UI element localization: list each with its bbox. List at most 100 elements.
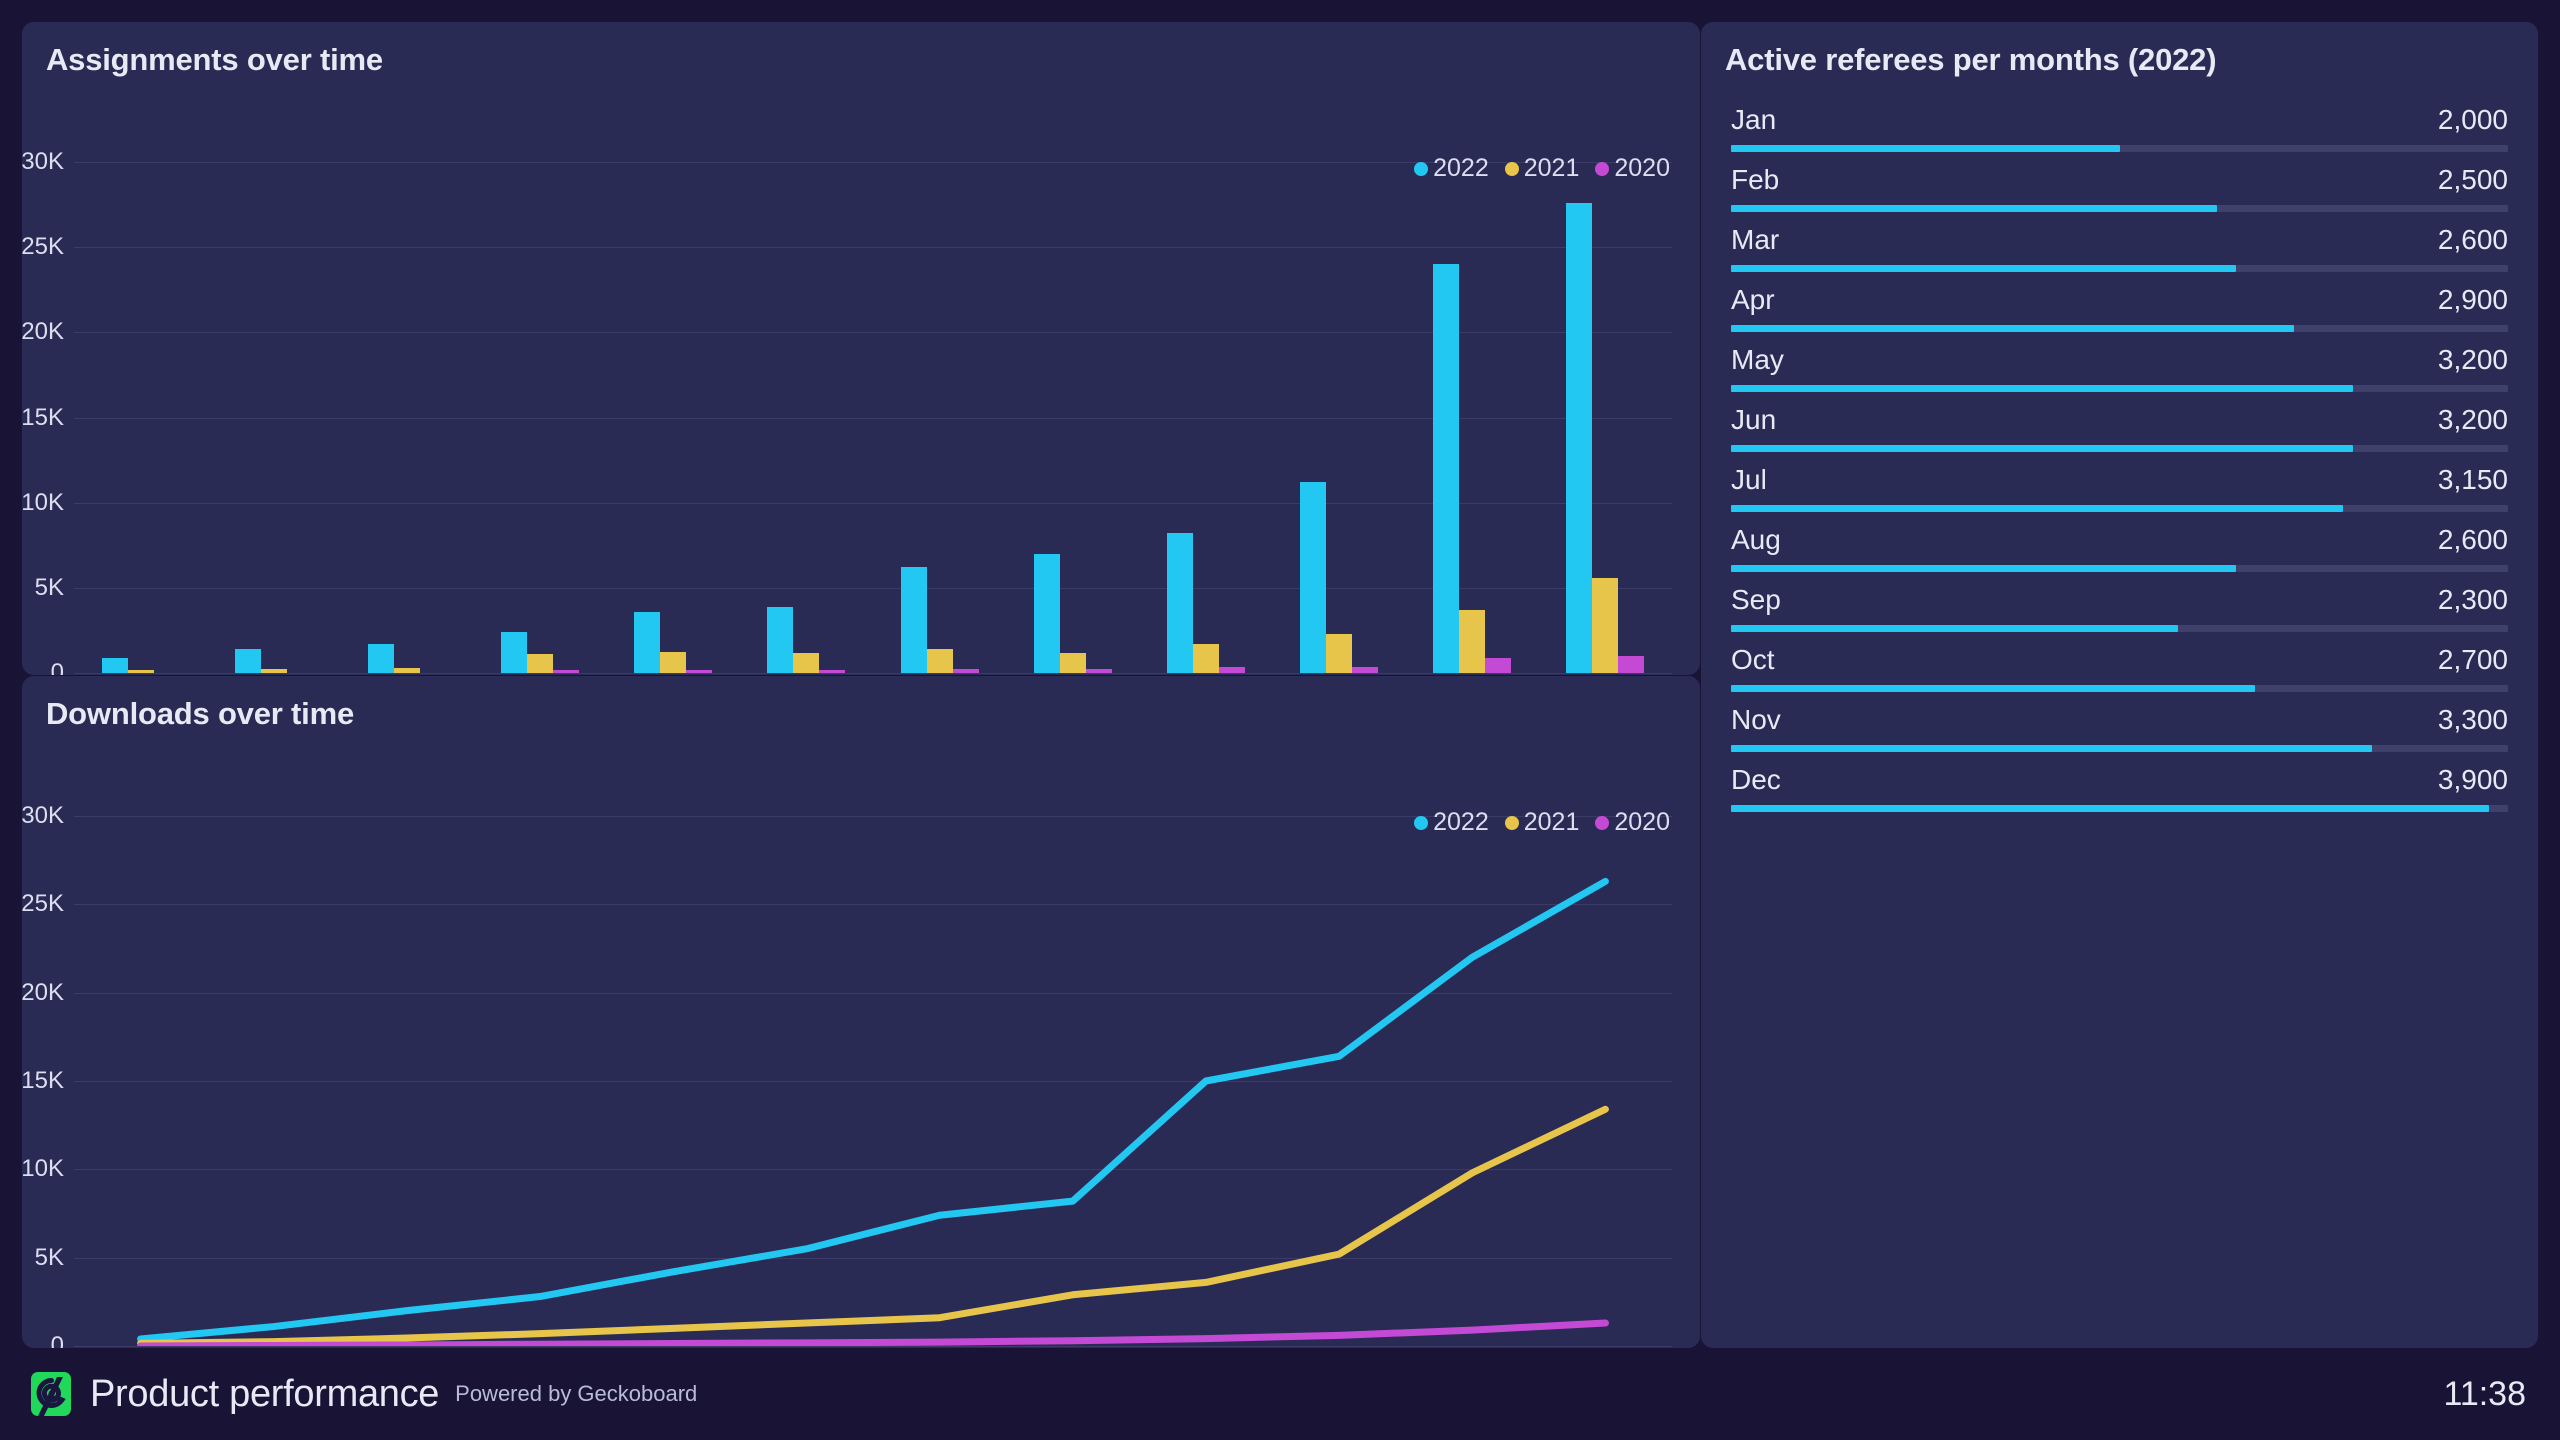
- y-tick-label: 0: [50, 659, 64, 675]
- referee-row-head: Oct 2,700: [1731, 644, 2508, 676]
- referee-bar-fill[interactable]: [1731, 505, 2343, 512]
- bar-2022-Sep[interactable]: [1166, 533, 1193, 673]
- legend-label: 2021: [1523, 154, 1580, 182]
- bar-2021-Aug[interactable]: [1059, 652, 1086, 673]
- bar-2021-Dec[interactable]: [1592, 577, 1619, 673]
- legend-item-2021[interactable]: 2021: [1504, 154, 1580, 183]
- referee-bar-fill[interactable]: [1731, 565, 2237, 572]
- referee-month-label: Oct: [1731, 644, 1775, 675]
- assignments-bar-groups: [74, 162, 1672, 673]
- bar-group-Jan: [74, 162, 207, 673]
- assignments-legend: 2022 2021 2020: [1414, 154, 1670, 183]
- footer-title: Product performance: [90, 1372, 440, 1415]
- bar-2020-Apr[interactable]: [553, 669, 580, 673]
- y-tick-label: 30K: [22, 148, 64, 175]
- bar-group-Jul: [873, 162, 1006, 673]
- referee-bar-track: [1731, 445, 2508, 452]
- legend-dot-icon: [1595, 161, 1610, 176]
- bar-2021-Feb[interactable]: [260, 668, 287, 673]
- bar-2020-Jun[interactable]: [819, 669, 846, 673]
- y-tick-label: 30K: [22, 802, 64, 829]
- referee-bar-fill[interactable]: [1731, 265, 2237, 272]
- bar-2021-Mar[interactable]: [393, 667, 420, 673]
- referee-value-label: 3,150: [2437, 464, 2508, 495]
- y-tick-label: 15K: [22, 1067, 64, 1094]
- footer: Product performance Powered by Geckoboar…: [22, 1348, 2538, 1440]
- referee-bar-track: [1731, 145, 2508, 152]
- assignments-y-axis: 0 5K 10K 15K 20K 25K 30K: [22, 148, 74, 675]
- referee-bar-fill[interactable]: [1731, 805, 2489, 812]
- bar-2020-Sep[interactable]: [1218, 667, 1245, 673]
- bar-2021-May[interactable]: [660, 651, 687, 673]
- bar-2021-Sep[interactable]: [1192, 644, 1219, 673]
- legend-item-2021[interactable]: 2021: [1504, 808, 1579, 837]
- bar-2020-Nov[interactable]: [1485, 657, 1512, 673]
- referee-bar-fill[interactable]: [1731, 445, 2353, 452]
- line-series-2022[interactable]: [141, 881, 1606, 1339]
- bar-2021-Jul[interactable]: [926, 649, 953, 673]
- y-tick-label: 25K: [22, 233, 64, 261]
- downloads-y-axis: 0 5K 10K 15K 20K 25K 30K: [22, 802, 74, 1348]
- referee-row-head: Sep 2,300: [1731, 584, 2508, 616]
- referee-bar-fill[interactable]: [1731, 685, 2256, 692]
- bar-2021-Jan[interactable]: [127, 670, 154, 673]
- bar-2022-Oct[interactable]: [1300, 482, 1327, 673]
- bar-2020-Dec[interactable]: [1618, 655, 1645, 673]
- legend-item-2022[interactable]: 2022: [1414, 154, 1489, 183]
- bar-2022-Jun[interactable]: [767, 606, 794, 673]
- bar-2022-May[interactable]: [634, 611, 661, 673]
- legend-item-2022[interactable]: 2022: [1414, 808, 1489, 837]
- referee-month-label: Jun: [1731, 404, 1777, 435]
- downloads-plot-area: [74, 816, 1672, 1347]
- bar-2022-Feb[interactable]: [234, 649, 261, 673]
- bar-2021-Oct[interactable]: [1326, 633, 1353, 673]
- referee-row: Feb 2,500: [1731, 152, 2508, 212]
- referee-bar-fill[interactable]: [1731, 625, 2178, 632]
- line-series-2020[interactable]: [141, 1323, 1606, 1346]
- referee-value-label: 2,600: [2437, 524, 2508, 555]
- bar-2021-Jun[interactable]: [793, 652, 820, 673]
- bar-2020-Jul[interactable]: [952, 669, 979, 673]
- referee-row-head: Dec 3,900: [1731, 764, 2508, 796]
- bar-2020-Oct[interactable]: [1352, 667, 1379, 673]
- bar-2022-Aug[interactable]: [1033, 553, 1060, 673]
- legend-item-2020[interactable]: 2020: [1595, 154, 1670, 183]
- referee-bar-fill[interactable]: [1731, 205, 2217, 212]
- bar-2022-Dec[interactable]: [1566, 202, 1593, 673]
- bar-2022-Jan[interactable]: [101, 657, 128, 673]
- referee-bar-fill[interactable]: [1731, 145, 2120, 152]
- bar-2020-May[interactable]: [686, 669, 713, 673]
- legend-item-2020[interactable]: 2020: [1595, 808, 1670, 837]
- bar-2022-Apr[interactable]: [501, 632, 528, 673]
- bar-group-Apr: [474, 162, 607, 673]
- bar-group-May: [607, 162, 740, 673]
- referee-bar-track: [1731, 625, 2508, 632]
- bar-2021-Nov[interactable]: [1459, 609, 1486, 673]
- bar-2020-Aug[interactable]: [1085, 668, 1112, 673]
- referee-bar-fill[interactable]: [1731, 385, 2353, 392]
- downloads-lines: [74, 816, 1672, 1346]
- geckoboard-logo-icon: [30, 1371, 72, 1417]
- assignments-plot-area: [74, 162, 1672, 674]
- bar-group-Mar: [340, 162, 473, 673]
- downloads-legend: 2022 2021 2020: [1414, 808, 1670, 837]
- referee-bar-fill[interactable]: [1731, 325, 2295, 332]
- referee-row: Sep 2,300: [1731, 572, 2508, 632]
- referee-bar-track: [1731, 565, 2508, 572]
- referee-value-label: 2,600: [2437, 224, 2508, 255]
- referee-row-head: Mar 2,600: [1731, 224, 2508, 256]
- downloads-title: Downloads over time: [46, 696, 354, 731]
- bar-group-Dec: [1539, 162, 1672, 673]
- referee-row-head: Feb 2,500: [1731, 164, 2508, 196]
- referee-bar-track: [1731, 265, 2508, 272]
- referee-row: Apr 2,900: [1731, 272, 2508, 332]
- referee-row-head: Aug 2,600: [1731, 524, 2508, 556]
- bar-2022-Jul[interactable]: [900, 567, 927, 673]
- legend-dot-icon: [1504, 161, 1519, 176]
- referee-bar-fill[interactable]: [1731, 745, 2373, 752]
- bar-2022-Nov[interactable]: [1433, 264, 1460, 673]
- bar-2022-Mar[interactable]: [367, 644, 394, 673]
- bar-2021-Apr[interactable]: [527, 654, 554, 673]
- line-series-2021[interactable]: [141, 1109, 1606, 1343]
- referee-bar-track: [1731, 745, 2508, 752]
